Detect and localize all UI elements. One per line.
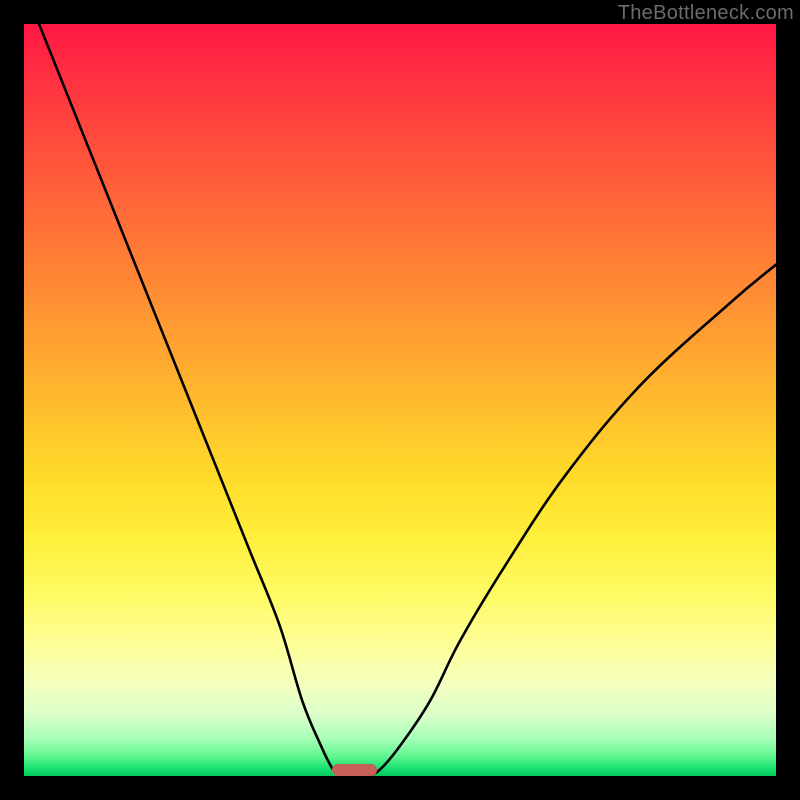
plot-area: [24, 24, 776, 776]
chart-container: TheBottleneck.com: [0, 0, 800, 800]
curve-right-branch: [370, 265, 776, 776]
minimum-marker: [332, 764, 377, 776]
curve-left-branch: [39, 24, 340, 776]
curve-svg: [24, 24, 776, 776]
watermark-text: TheBottleneck.com: [618, 2, 794, 25]
